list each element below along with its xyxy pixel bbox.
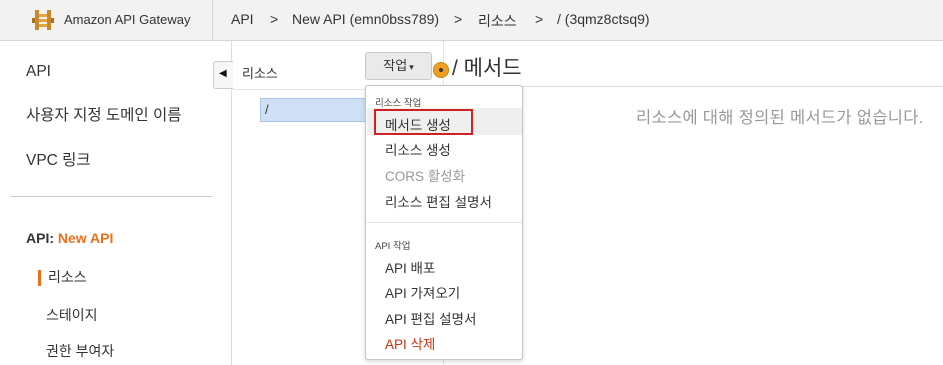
menu-item-deploy-api[interactable]: API 배포 — [385, 257, 435, 277]
current-api-heading: API: New API — [26, 230, 113, 246]
top-navigation-bar: Amazon API Gateway API > New API (emn0bs… — [0, 0, 943, 41]
app-title[interactable]: Amazon API Gateway — [64, 12, 190, 27]
current-api-name[interactable]: New API — [58, 230, 114, 246]
api-gateway-logo-icon[interactable] — [32, 9, 54, 31]
cursor-indicator-icon — [433, 62, 449, 78]
empty-methods-message: 리소스에 대해 정의된 메서드가 없습니다. — [636, 109, 924, 127]
actions-dropdown-menu: 리소스 작업 메서드 생성 리소스 생성 CORS 활성화 리소스 편집 설명서… — [365, 85, 523, 360]
sidebar-item-authorizers[interactable]: 권한 부여자 — [46, 341, 114, 361]
sidebar-item-vpc-links[interactable]: VPC 링크 — [26, 148, 91, 170]
actions-dropdown-button[interactable]: 작업 ▾ — [365, 52, 432, 80]
sidebar-divider — [10, 196, 212, 197]
resource-path: / — [265, 102, 269, 117]
menu-item-create-method[interactable]: 메서드 생성 — [385, 114, 451, 134]
breadcrumb-api-name[interactable]: New API (emn0bss789) — [292, 11, 439, 27]
menu-divider — [367, 222, 522, 223]
menu-group-label-api-actions: API 작업 — [375, 241, 411, 252]
resources-panel-title: 리소스 — [242, 66, 278, 81]
sidebar-collapse-button[interactable]: ◀ — [213, 61, 233, 89]
menu-group-label-resource-actions: 리소스 작업 — [375, 98, 422, 109]
left-sidebar: API 사용자 지정 도메인 이름 VPC 링크 API: New API 리소… — [0, 41, 232, 365]
breadcrumb-resources[interactable]: 리소스 — [478, 11, 517, 31]
menu-item-edit-resource-documentation[interactable]: 리소스 편집 설명서 — [385, 191, 492, 211]
menu-item-enable-cors: CORS 활성화 — [385, 169, 466, 184]
breadcrumb-resource-path: / (3qmz8ctsq9) — [557, 11, 650, 27]
active-indicator — [38, 270, 41, 286]
actions-button-label: 작업 — [383, 58, 408, 73]
sidebar-item-api[interactable]: API — [26, 63, 51, 81]
api-prefix: API: — [26, 230, 54, 246]
menu-item-edit-api-documentation[interactable]: API 편집 설명서 — [385, 308, 476, 328]
sidebar-item-stages[interactable]: 스테이지 — [46, 305, 98, 325]
breadcrumb-separator: > — [270, 11, 279, 27]
breadcrumb-separator: > — [535, 11, 544, 27]
sidebar-item-resources[interactable]: 리소스 — [48, 267, 87, 287]
chevron-left-icon: ◀ — [219, 68, 227, 79]
caret-down-icon: ▾ — [409, 62, 414, 72]
menu-item-create-resource[interactable]: 리소스 생성 — [385, 139, 451, 159]
menu-item-delete-api[interactable]: API 삭제 — [385, 333, 435, 353]
menu-item-import-api[interactable]: API 가져오기 — [385, 282, 460, 302]
breadcrumb-api[interactable]: API — [231, 11, 254, 27]
sidebar-item-custom-domain-names[interactable]: 사용자 지정 도메인 이름 — [26, 103, 182, 125]
header-divider — [212, 0, 213, 41]
breadcrumb-separator: > — [454, 11, 463, 27]
methods-title: / 메서드 — [452, 57, 522, 80]
